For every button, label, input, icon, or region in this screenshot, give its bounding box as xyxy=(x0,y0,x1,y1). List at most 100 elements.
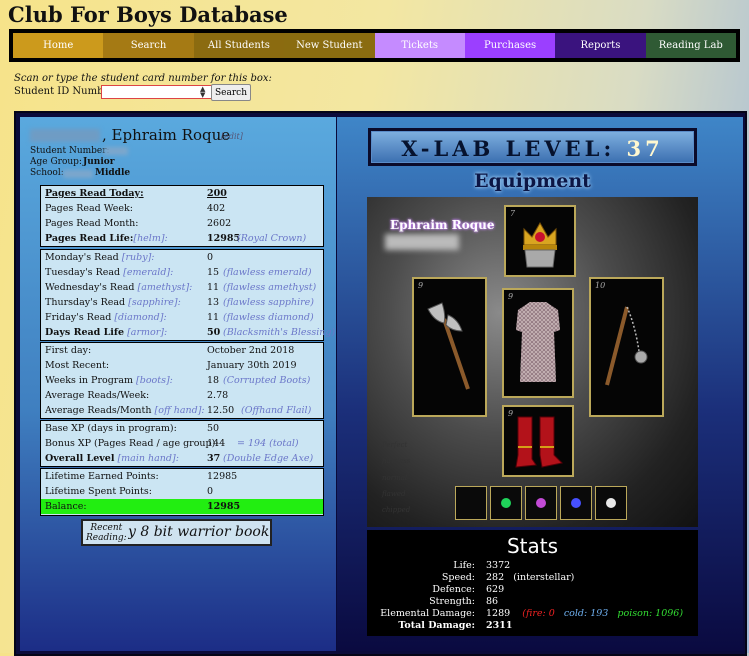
nav-reports[interactable]: Reports xyxy=(555,33,646,58)
day-slot: [armor]: xyxy=(127,327,168,338)
amethyst-icon xyxy=(536,498,546,508)
xlab-level-banner: X-LAB LEVEL: 37 xyxy=(368,128,697,166)
day-value: 11 xyxy=(207,312,220,323)
day-slot: [amethyst]: xyxy=(137,282,193,293)
nav-tickets[interactable]: Tickets xyxy=(374,33,465,58)
gem-slot-diamond[interactable] xyxy=(595,486,627,520)
day-slot: [sapphire]: xyxy=(128,297,181,308)
base-xp-label: Base XP (days in program): xyxy=(45,423,177,434)
life-label: Life: xyxy=(453,560,475,571)
gem-slot-amethyst[interactable] xyxy=(525,486,557,520)
avg-month-value: 12.50 xyxy=(207,405,235,416)
table-row: Wednesday's Read [amethyst]: 11 (flawles… xyxy=(41,280,323,295)
cold-damage: cold: 193 xyxy=(563,608,609,619)
overall-level-label: Overall Level xyxy=(45,453,115,464)
day-label: Wednesday's Read xyxy=(45,282,135,293)
redacted-character-surname xyxy=(385,234,459,250)
nav-home[interactable]: Home xyxy=(13,33,104,58)
table-row: First day: October 2nd 2018 xyxy=(41,343,323,358)
boots-slot[interactable]: 9 xyxy=(502,405,574,477)
student-number-label: Student Number: xyxy=(30,146,110,156)
armor-slot[interactable]: 9 xyxy=(502,288,574,398)
scan-hint: Scan or type the student card number for… xyxy=(14,73,272,84)
nav-reading-lab[interactable]: Reading Lab xyxy=(645,33,736,58)
boots-icon xyxy=(515,416,564,468)
legend-chipped: chipped xyxy=(382,506,411,514)
school-value: Middle xyxy=(95,168,131,178)
pages-life-value: 12985 xyxy=(207,233,241,244)
day-value: 11 xyxy=(207,282,220,293)
day-value: 15 xyxy=(207,267,220,278)
xp-total: = 194 (total) xyxy=(237,438,299,449)
day-value: 50 xyxy=(207,327,221,338)
balance-row: Balance: 12985 xyxy=(41,499,323,514)
day-slot: [ruby]: xyxy=(121,252,155,263)
avg-month-label: Average Reads/Month xyxy=(45,405,152,416)
main-hand-level: 9 xyxy=(418,281,424,290)
crown-icon xyxy=(523,221,557,268)
pages-life-slot: [helm]: xyxy=(133,233,168,244)
speed-value: 282 xyxy=(486,572,505,583)
fire-damage: (fire: 0 xyxy=(522,608,555,619)
pages-month-value: 2602 xyxy=(207,218,232,229)
gem-slot-sapphire[interactable] xyxy=(560,486,592,520)
pages-table: Pages Read Today: 200 Pages Read Week: 4… xyxy=(40,185,324,247)
main-nav: Home Search All Students New Student Tic… xyxy=(9,29,740,62)
site-title: Club For Boys Database xyxy=(8,2,288,27)
legend-flawed: flawed xyxy=(382,490,406,498)
off-hand-slot[interactable]: 10 xyxy=(589,277,664,417)
main-hand-slot[interactable]: 9 xyxy=(412,277,487,417)
day-item: (flawless amethyst) xyxy=(223,282,317,293)
table-row: Most Recent: January 30th 2019 xyxy=(41,358,323,373)
nav-purchases[interactable]: Purchases xyxy=(464,33,556,58)
day-value: 0 xyxy=(207,252,214,263)
day-item: (flawless emerald) xyxy=(223,267,312,278)
gem-slot-emerald[interactable] xyxy=(490,486,522,520)
table-row: Overall Level [main hand]: 37 (Double Ed… xyxy=(41,451,323,466)
day-slot: [emerald]: xyxy=(123,267,174,278)
redacted-school xyxy=(63,170,93,178)
first-day-value: October 2nd 2018 xyxy=(207,345,295,356)
avg-month-slot: [off hand]: xyxy=(154,405,205,416)
school-label: School: xyxy=(30,168,64,178)
spent-points-label: Lifetime Spent Points: xyxy=(45,486,152,497)
sapphire-icon xyxy=(571,498,581,508)
age-group-label: Age Group: xyxy=(30,157,82,167)
strength-label: Strength: xyxy=(429,596,475,607)
balance-value: 12985 xyxy=(207,501,241,512)
pages-month-label: Pages Read Month: xyxy=(45,218,139,229)
balance-label: Balance: xyxy=(45,501,87,512)
overall-level-slot: [main hand]: xyxy=(117,453,179,464)
nav-search[interactable]: Search xyxy=(103,33,194,58)
table-row: Thursday's Read [sapphire]: 13 (flawless… xyxy=(41,295,323,310)
weeks-value: 18 xyxy=(207,375,220,386)
equipment-title: Equipment xyxy=(474,170,591,192)
poison-damage: poison: 1096) xyxy=(617,608,684,619)
flail-icon xyxy=(605,306,648,386)
stepper-icon[interactable]: ▲ ▼ xyxy=(200,86,205,99)
speed-note: (interstellar) xyxy=(513,572,575,583)
most-recent-value: January 30th 2019 xyxy=(207,360,297,371)
program-table: First day: October 2nd 2018 Most Recent:… xyxy=(40,342,324,419)
recent-reading-label: Recent Reading: xyxy=(86,523,127,543)
weeks-item: (Corrupted Boots) xyxy=(223,375,311,386)
diamond-icon xyxy=(606,498,616,508)
gem-slot-empty[interactable] xyxy=(455,486,487,520)
student-id-input[interactable] xyxy=(101,85,213,99)
day-item: (Blacksmith's Blessing) xyxy=(223,327,336,338)
table-row: Pages Read Life:[helm]: 12985 (Royal Cro… xyxy=(41,231,323,246)
nav-all-students[interactable]: All Students xyxy=(193,33,285,58)
weeks-slot: [boots]: xyxy=(136,375,173,386)
day-item: (flawless sapphire) xyxy=(223,297,314,308)
edit-link[interactable]: [edit] xyxy=(221,132,243,141)
xp-table: Base XP (days in program): 50 Bonus XP (… xyxy=(40,420,324,467)
search-button[interactable]: Search xyxy=(211,84,251,101)
pages-life-label: Pages Read Life: xyxy=(45,233,134,244)
day-label: Friday's Read xyxy=(45,312,112,323)
avg-week-value: 2.78 xyxy=(207,390,229,401)
nav-new-student[interactable]: New Student xyxy=(284,33,375,58)
helm-slot[interactable]: 7 xyxy=(504,205,576,277)
total-damage-label: Total Damage: xyxy=(398,620,475,631)
day-label: Thursday's Read xyxy=(45,297,126,308)
overall-level-item: (Double Edge Axe) xyxy=(223,453,314,464)
